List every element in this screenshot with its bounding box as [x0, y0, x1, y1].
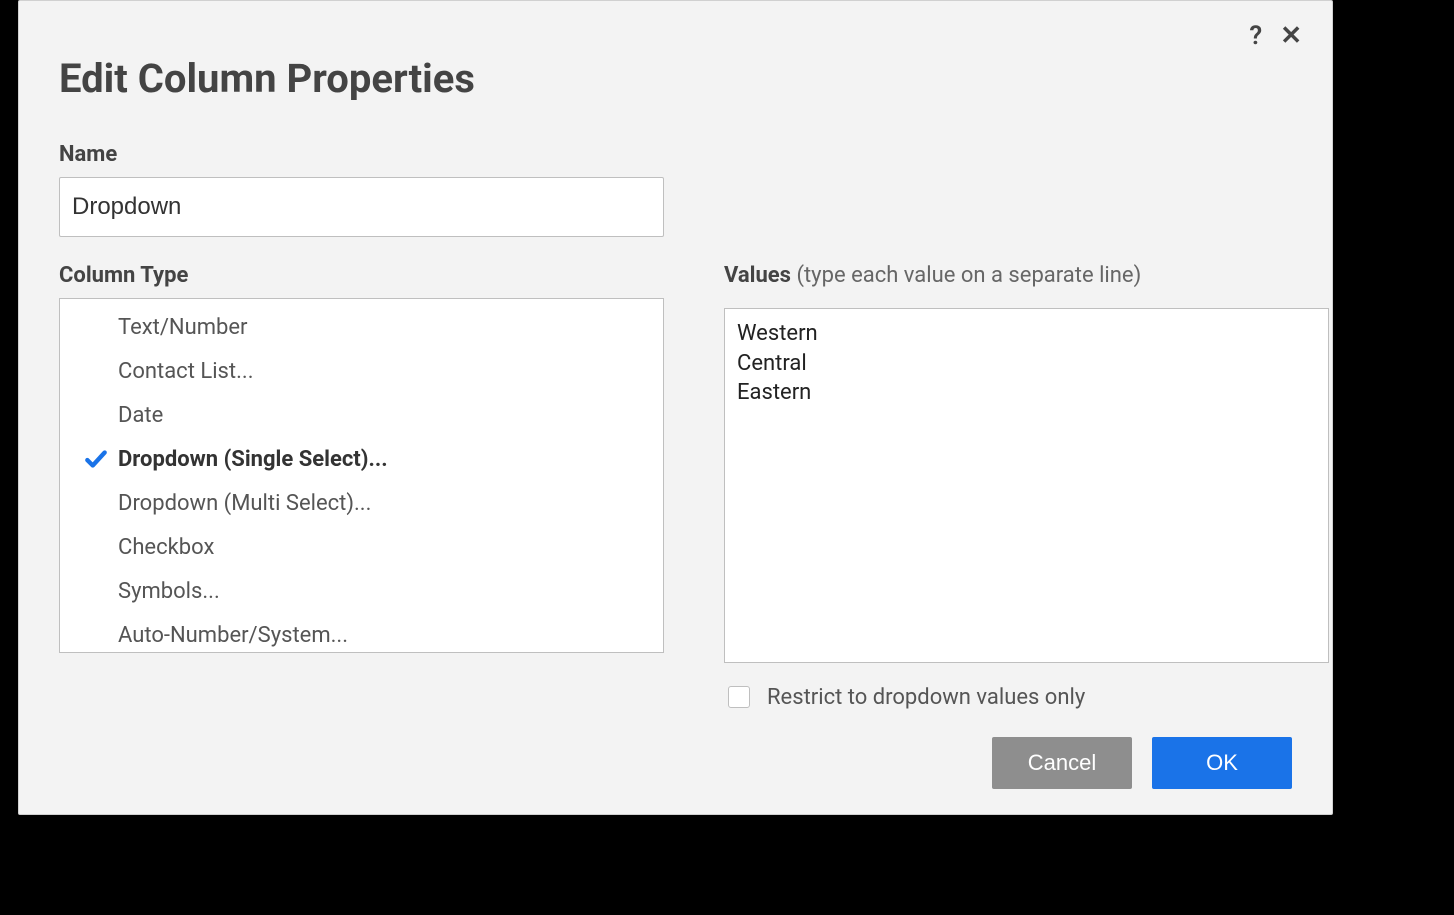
help-icon[interactable]: ? — [1249, 23, 1262, 49]
dialog-topbar: ? ✕ — [1249, 23, 1302, 49]
values-label: Values — [724, 263, 791, 288]
column-type-option-label: Date — [118, 403, 163, 428]
column-type-option[interactable]: Auto-Number/System... — [60, 613, 663, 657]
check-icon — [74, 446, 118, 472]
restrict-label[interactable]: Restrict to dropdown values only — [767, 685, 1085, 710]
values-hint: (type each value on a separate line) — [796, 263, 1141, 288]
column-type-option-label: Checkbox — [118, 535, 214, 560]
values-label-wrap: Values (type each value on a separate li… — [724, 263, 1329, 288]
dialog-footer: Cancel OK — [992, 737, 1292, 789]
column-type-option[interactable]: Checkbox — [60, 525, 663, 569]
values-textarea[interactable] — [724, 308, 1329, 663]
dialog-title: Edit Column Properties — [59, 55, 1292, 102]
edit-column-properties-dialog: ? ✕ Edit Column Properties Name Column T… — [18, 0, 1333, 815]
cancel-button[interactable]: Cancel — [992, 737, 1132, 789]
name-label: Name — [59, 142, 1292, 167]
column-type-label: Column Type — [59, 263, 664, 288]
restrict-checkbox[interactable] — [728, 686, 750, 708]
column-type-option-label: Dropdown (Multi Select)... — [118, 491, 371, 516]
column-type-option[interactable]: Date — [60, 393, 663, 437]
column-type-option-label: Dropdown (Single Select)... — [118, 447, 388, 472]
name-input[interactable] — [59, 177, 664, 237]
column-type-option-label: Text/Number — [118, 315, 248, 340]
column-type-option-label: Auto-Number/System... — [118, 623, 348, 648]
close-icon[interactable]: ✕ — [1280, 23, 1302, 49]
ok-button[interactable]: OK — [1152, 737, 1292, 789]
column-type-option[interactable]: Contact List... — [60, 349, 663, 393]
column-type-option-label: Symbols... — [118, 579, 220, 604]
column-type-listbox[interactable]: Text/Number Contact List... Date Dropdown (… — [59, 298, 664, 653]
column-type-option[interactable]: Dropdown (Single Select)... — [60, 437, 663, 481]
column-type-option[interactable]: Symbols... — [60, 569, 663, 613]
column-type-option[interactable]: Text/Number — [60, 305, 663, 349]
column-type-option[interactable]: Dropdown (Multi Select)... — [60, 481, 663, 525]
column-type-option-label: Contact List... — [118, 359, 254, 384]
